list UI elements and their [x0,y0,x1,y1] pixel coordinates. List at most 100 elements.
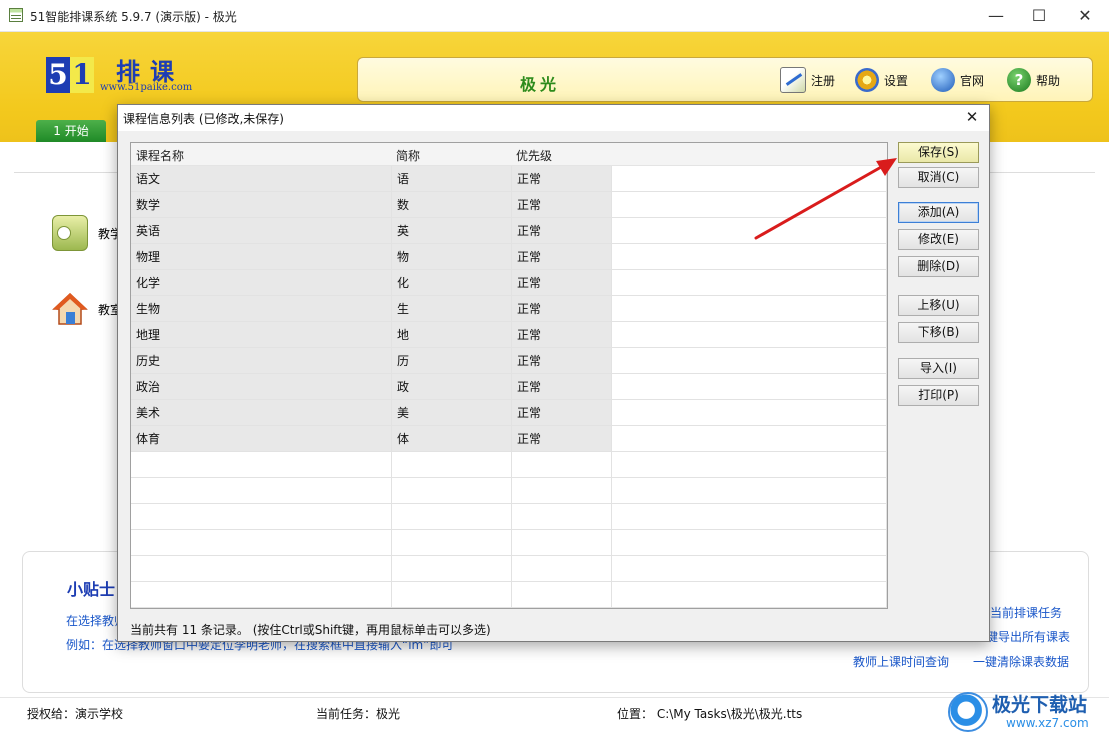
cell-priority: 正常 [512,244,612,270]
cell-short-name: 历 [392,348,512,374]
table-row[interactable]: 体育 体 正常 [131,426,887,452]
save-button[interactable]: 保存(S) [898,142,979,163]
register-button[interactable]: 注册 [780,66,835,94]
table-row[interactable]: 美术 美 正常 [131,400,887,426]
close-button[interactable]: ✕ [1062,0,1108,31]
cell-empty [612,270,887,296]
cell-empty [131,478,392,504]
logo-digit-1: 1 [70,57,94,93]
cell-empty [131,582,392,608]
help-icon: ? [1007,68,1031,92]
cell-short-name: 数 [392,192,512,218]
column-header-name[interactable]: 课程名称 [136,147,184,164]
cancel-button[interactable]: 取消(C) [898,167,979,188]
table-row[interactable]: 化学 化 正常 [131,270,887,296]
logo-url: www.51paike.com [100,82,193,93]
cell-course-name: 生物 [131,296,392,322]
cell-empty [392,478,512,504]
status-bar [0,697,1109,727]
school-name: 极光 [520,75,561,94]
link-clear-data[interactable]: 一键清除课表数据 [973,653,1069,670]
cell-empty [612,478,887,504]
table-row[interactable]: 地理 地 正常 [131,322,887,348]
table-row[interactable]: 语文 语 正常 [131,166,887,192]
cell-empty [612,582,887,608]
app-icon [9,8,23,22]
dialog-status: 当前共有 11 条记录。 (按住Ctrl或Shift键，再用鼠标单击可以多选) [130,623,491,637]
help-label: 帮助 [1036,73,1061,88]
cell-empty [612,452,887,478]
cell-empty [612,166,887,192]
empty-row [131,504,887,530]
cell-priority: 正常 [512,400,612,426]
cell-empty [131,452,392,478]
cell-course-name: 英语 [131,218,392,244]
cell-course-name: 政治 [131,374,392,400]
dialog-close-button[interactable]: ✕ [961,106,983,128]
table-row[interactable]: 物理 物 正常 [131,244,887,270]
cell-short-name: 生 [392,296,512,322]
cell-empty [392,452,512,478]
cell-empty [612,556,887,582]
cell-priority: 正常 [512,218,612,244]
settings-label: 设置 [884,73,909,88]
cell-short-name: 美 [392,400,512,426]
table-row[interactable]: 生物 生 正常 [131,296,887,322]
status-location: 位置： C:\My Tasks\极光\极光.tts [617,707,803,721]
cell-course-name: 体育 [131,426,392,452]
cell-short-name: 化 [392,270,512,296]
cell-empty [131,530,392,556]
status-licensed: 授权给：演示学校 [27,707,124,721]
table-row[interactable]: 英语 英 正常 [131,218,887,244]
print-button[interactable]: 打印(P) [898,385,979,406]
sidebar-item-classroom[interactable]: 教室 [52,291,122,327]
cell-empty [612,400,887,426]
window-title: 51智能排课系统 5.9.7 (演示版) - 极光 [30,10,237,24]
table-row[interactable]: 数学 数 正常 [131,192,887,218]
maximize-button[interactable]: ☐ [1016,0,1062,31]
empty-row [131,478,887,504]
edit-button[interactable]: 修改(E) [898,229,979,250]
cell-empty [392,556,512,582]
cell-empty [612,504,887,530]
dialog-titlebar: 课程信息列表 (已修改,未保存) ✕ [118,105,989,131]
tips-title: 小贴士 [67,580,116,599]
cell-short-name: 地 [392,322,512,348]
course-grid[interactable]: 课程名称 简称 优先级 语文 语 正常 数学 数 正常 英语 英 正常 物理 物… [130,142,888,609]
cell-course-name: 语文 [131,166,392,192]
website-button[interactable]: 官网 [931,66,984,94]
cell-empty [131,556,392,582]
cell-empty [392,504,512,530]
link-current-task[interactable]: 给当前排课任务 [978,604,1062,621]
import-button[interactable]: 导入(I) [898,358,979,379]
move-down-button[interactable]: 下移(B) [898,322,979,343]
link-teacher-time-query[interactable]: 教师上课时间查询 [853,653,949,670]
globe-home-icon [931,68,955,92]
watermark-url: www.xz7.com [1006,716,1089,730]
move-up-button[interactable]: 上移(U) [898,295,979,316]
table-row[interactable]: 政治 政 正常 [131,374,887,400]
cell-short-name: 体 [392,426,512,452]
help-button[interactable]: ? 帮助 [1007,66,1060,94]
register-label: 注册 [811,73,836,88]
table-row[interactable]: 历史 历 正常 [131,348,887,374]
settings-button[interactable]: 设置 [855,66,908,94]
column-header-priority[interactable]: 优先级 [516,147,552,164]
cell-course-name: 美术 [131,400,392,426]
cell-empty [612,348,887,374]
sidebar-item-teacher[interactable]: 教学 [52,215,122,251]
cell-empty [612,530,887,556]
minimize-button[interactable]: — [973,0,1019,31]
cell-course-name: 数学 [131,192,392,218]
website-label: 官网 [960,73,985,88]
house-icon [52,292,88,325]
add-button[interactable]: 添加(A) [898,202,979,223]
column-header-short[interactable]: 简称 [396,147,420,164]
dialog-title: 课程信息列表 (已修改,未保存) [123,112,284,126]
tab-start[interactable]: 1 开始 [36,120,106,142]
watermark-title: 极光下载站 [992,694,1088,716]
empty-row [131,530,887,556]
cell-priority: 正常 [512,374,612,400]
cell-empty [612,244,887,270]
delete-button[interactable]: 删除(D) [898,256,979,277]
